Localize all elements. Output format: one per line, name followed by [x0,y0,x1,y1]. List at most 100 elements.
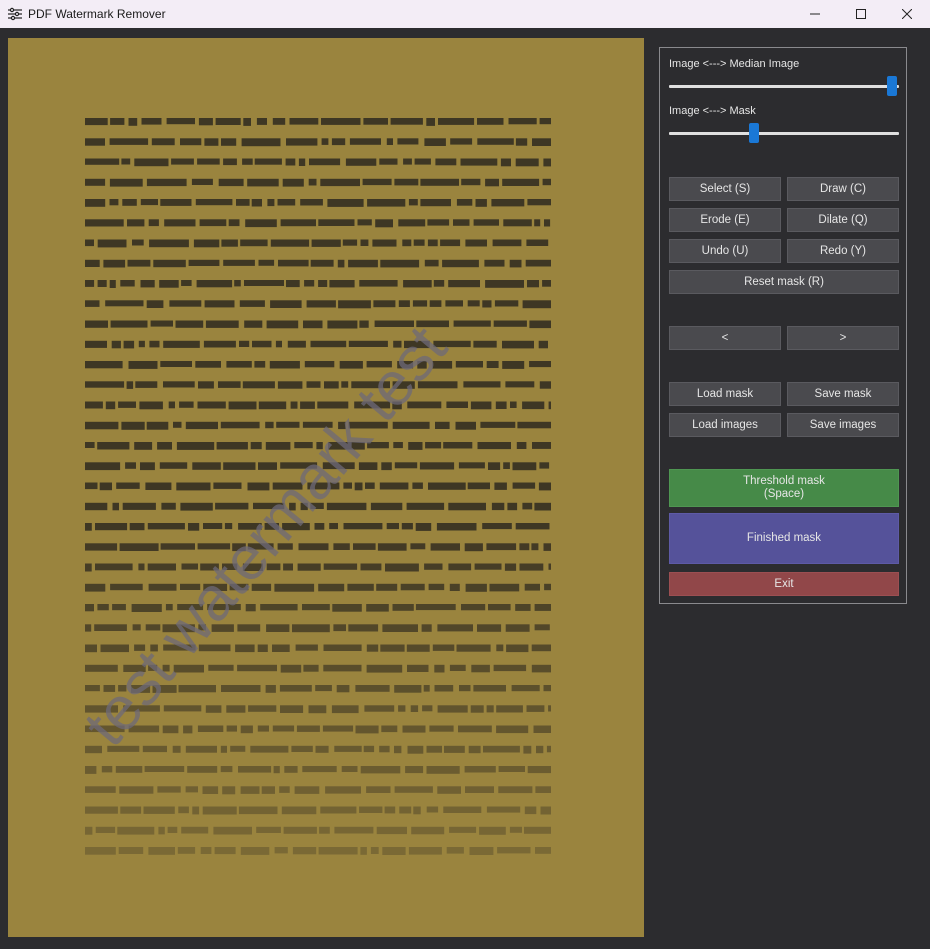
text-word [539,118,551,125]
save-images-button[interactable]: Save images [787,413,899,437]
text-word [315,685,332,692]
text-word [138,340,145,348]
text-word [95,826,116,833]
text-word [117,826,155,835]
text-word [230,745,246,752]
text-word [296,725,320,732]
text-word [353,543,376,550]
text-word [407,664,429,672]
text-word [428,583,445,591]
load-mask-button[interactable]: Load mask [669,382,781,406]
text-word [85,280,95,287]
text-word [111,340,121,349]
text-word [398,219,426,227]
undo-button[interactable]: Undo (U) [669,239,781,263]
text-word [192,462,221,470]
maximize-button[interactable] [838,0,884,28]
text-word [486,543,517,551]
text-word [519,563,544,571]
text-word [502,340,534,349]
image-canvas[interactable]: test watermark test [8,38,644,937]
reset-mask-button[interactable]: Reset mask (R) [669,270,899,294]
document-text-line [85,563,551,572]
text-word [319,826,330,834]
text-word [147,563,176,571]
text-word [527,766,551,774]
text-word [467,300,480,307]
text-word [257,725,269,732]
dilate-button[interactable]: Dilate (Q) [787,208,899,232]
text-word [394,685,422,693]
next-image-button[interactable]: > [787,326,899,350]
text-word [446,401,468,408]
text-word [308,705,327,714]
select-button[interactable]: Select (S) [669,177,781,201]
text-word [110,583,143,591]
text-word [535,847,551,854]
text-word [148,847,175,855]
text-word [320,178,360,187]
text-word [448,280,480,288]
save-mask-button[interactable]: Save mask [787,382,899,406]
text-word [544,583,551,591]
text-word [270,300,302,308]
document-text-line [85,401,551,410]
previous-image-button[interactable]: < [669,326,781,350]
text-word [226,705,246,713]
text-word [85,604,94,612]
load-images-button[interactable]: Load images [669,413,781,437]
text-word [298,158,306,166]
text-word [240,786,260,794]
mask-slider-handle[interactable] [749,123,760,143]
text-word [406,644,430,652]
median-slider[interactable] [669,76,899,96]
text-word [85,239,94,247]
minimize-button[interactable] [792,0,838,28]
text-word [193,239,220,248]
text-word [97,604,109,611]
text-word [360,239,369,246]
text-word [118,847,144,854]
text-word [85,158,120,165]
text-word [379,158,398,165]
threshold-mask-button[interactable]: Threshold mask (Space) [669,469,899,507]
text-word [151,138,175,146]
mask-slider-label: Image <---> Mask [669,105,756,117]
text-word [85,381,125,388]
finished-mask-button[interactable]: Finished mask [669,513,899,564]
text-word [179,401,194,408]
text-word [85,482,98,490]
text-word [223,259,255,266]
text-word [327,199,364,207]
redo-button[interactable]: Redo (Y) [787,239,899,263]
text-word [239,340,250,347]
text-word [327,320,358,329]
close-button[interactable] [884,0,930,28]
text-word [366,604,389,612]
text-word [202,786,219,794]
text-word [237,664,277,672]
text-word [381,462,392,471]
text-word [366,664,403,673]
mask-slider[interactable] [669,123,899,143]
text-word [258,401,287,410]
draw-button[interactable]: Draw (C) [787,177,899,201]
text-word [341,766,358,772]
text-word [235,644,255,653]
document-text-line [85,361,551,369]
text-word [477,138,514,145]
text-word [234,280,241,287]
text-word [399,806,412,814]
exit-button[interactable]: Exit [669,572,899,596]
text-word [309,158,341,166]
text-word [364,705,395,712]
text-word [128,361,158,369]
text-word [266,624,290,632]
text-word [242,158,253,165]
text-word [522,502,533,510]
text-word [223,462,256,470]
text-word [109,178,143,187]
median-slider-handle[interactable] [887,76,898,96]
erode-button[interactable]: Erode (E) [669,208,781,232]
text-word [321,118,361,125]
